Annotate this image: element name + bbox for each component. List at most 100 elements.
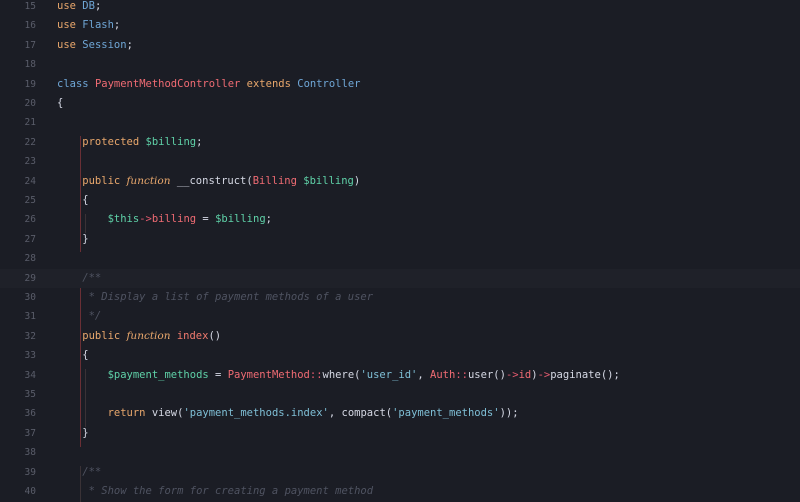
code-token: PaymentMethodController [94,77,241,90]
line-number: 23 [24,156,36,168]
code-token: -> [537,368,551,381]
line-number: 39 [24,466,36,478]
line-number: 25 [24,195,36,206]
line-number: 26 [24,214,36,226]
line-number: 33 [24,350,36,362]
line-number: 29 [24,272,36,284]
code-token: public [57,329,127,342]
code-token: ) [353,174,361,187]
code-line[interactable]: 21 [0,113,800,132]
code-token: Controller [297,77,361,90]
code-token: $payment_methods [57,368,209,381]
code-line[interactable]: 37 } [0,424,800,443]
code-line[interactable]: 30 * Display a list of payment methods o… [0,288,800,307]
code-text: /** [57,269,101,288]
code-line[interactable]: 36 return view('payment_methods.index', … [0,404,800,423]
line-number: 16 [24,20,36,32]
code-token: :: [309,368,323,381]
code-token: Billing [252,174,304,187]
line-number: 36 [24,408,36,420]
code-token: , [417,368,431,381]
line-number: 18 [24,59,36,71]
code-line[interactable]: 40 * Show the form for creating a paymen… [0,482,800,501]
code-token: id [518,368,532,381]
code-text: public function index() [57,327,221,346]
code-token: use [57,19,83,32]
code-token: class [57,77,95,90]
code-line[interactable]: 34 $payment_methods = PaymentMethod::whe… [0,366,800,385]
code-token: compact [341,407,386,420]
code-token: use [57,0,83,12]
code-text: /** [57,463,101,482]
code-token: ; [113,19,121,32]
code-line[interactable]: 19 class PaymentMethodController extends … [0,75,800,94]
code-line[interactable]: 32 public function index() [0,327,800,346]
code-token: public [57,174,127,187]
line-number: 21 [24,117,36,129]
code-token: index [170,329,209,342]
line-number: 17 [24,39,36,51]
code-token: :: [455,368,468,381]
line-number: 19 [24,78,36,90]
code-text: $this->billing = $billing; [57,210,272,229]
code-token: } [57,426,89,439]
code-token: -> [505,368,519,381]
code-token: $billing [215,213,266,226]
code-text: } [57,424,89,443]
code-token: () [493,368,506,381]
line-number: 31 [24,311,36,323]
code-token: ; [265,213,272,226]
line-number: 15 [24,1,36,12]
code-token: extends [240,77,298,90]
code-token: PaymentMethod [227,368,310,381]
code-text: use DB; [57,0,101,16]
code-line[interactable]: 38 [0,443,800,462]
code-line[interactable]: 16 use Flash; [0,16,800,35]
code-text: * Display a list of payment methods of a… [57,288,373,307]
code-token: user [467,368,494,381]
code-token: ; [196,135,203,148]
code-line[interactable]: 28 [0,249,800,268]
code-line[interactable]: 15 use DB; [0,0,800,16]
code-token: * Show the form for creating a payment m… [57,485,374,497]
line-number: 32 [24,330,36,342]
code-token: DB [82,0,95,12]
code-token: = [208,368,228,381]
code-line[interactable]: 22 protected $billing; [0,133,800,152]
code-token: $billing [303,174,354,187]
line-number: 20 [24,98,36,109]
code-line[interactable]: 23 [0,152,800,171]
code-token: use [57,38,83,51]
line-number: 40 [24,486,36,497]
code-line[interactable]: 31 */ [0,307,800,326]
code-line[interactable]: 29 /** [0,268,800,288]
line-number: 27 [24,233,36,245]
code-line[interactable]: 25 { [0,191,800,210]
code-line[interactable]: 33 { [0,346,800,365]
code-line[interactable]: 26 $this->billing = $billing; [0,210,800,229]
code-token: view [151,407,178,420]
code-line[interactable]: 35 [0,385,800,404]
code-text: } [57,230,88,249]
code-token: 'user_id' [360,368,418,381]
code-token: where [322,368,355,381]
code-token: function [126,174,171,187]
code-text: use Flash; [57,16,120,35]
code-line[interactable]: 39 /** [0,463,800,482]
code-token: return [57,407,152,420]
code-line[interactable]: 24 public function __construct(Billing $… [0,172,800,191]
code-line[interactable]: 20 { [0,94,800,113]
code-editor[interactable]: 15 use DB; 16 use Flash; 17 use Session; 18 19 c… [0,0,800,502]
code-line[interactable]: 27 } [0,230,800,249]
line-number: 22 [24,136,36,148]
code-token: (); [600,368,620,381]
code-line[interactable]: 17 use Session; [0,36,800,55]
code-token: { [57,349,89,362]
code-token: ; [94,0,102,12]
code-line[interactable]: 18 [0,55,800,74]
code-token: = [196,213,216,226]
code-text: return view('payment_methods.index', com… [57,404,519,423]
code-token: * Display a list of payment methods of a… [57,291,374,303]
code-token: /** [57,465,102,478]
code-token: , [328,407,342,420]
